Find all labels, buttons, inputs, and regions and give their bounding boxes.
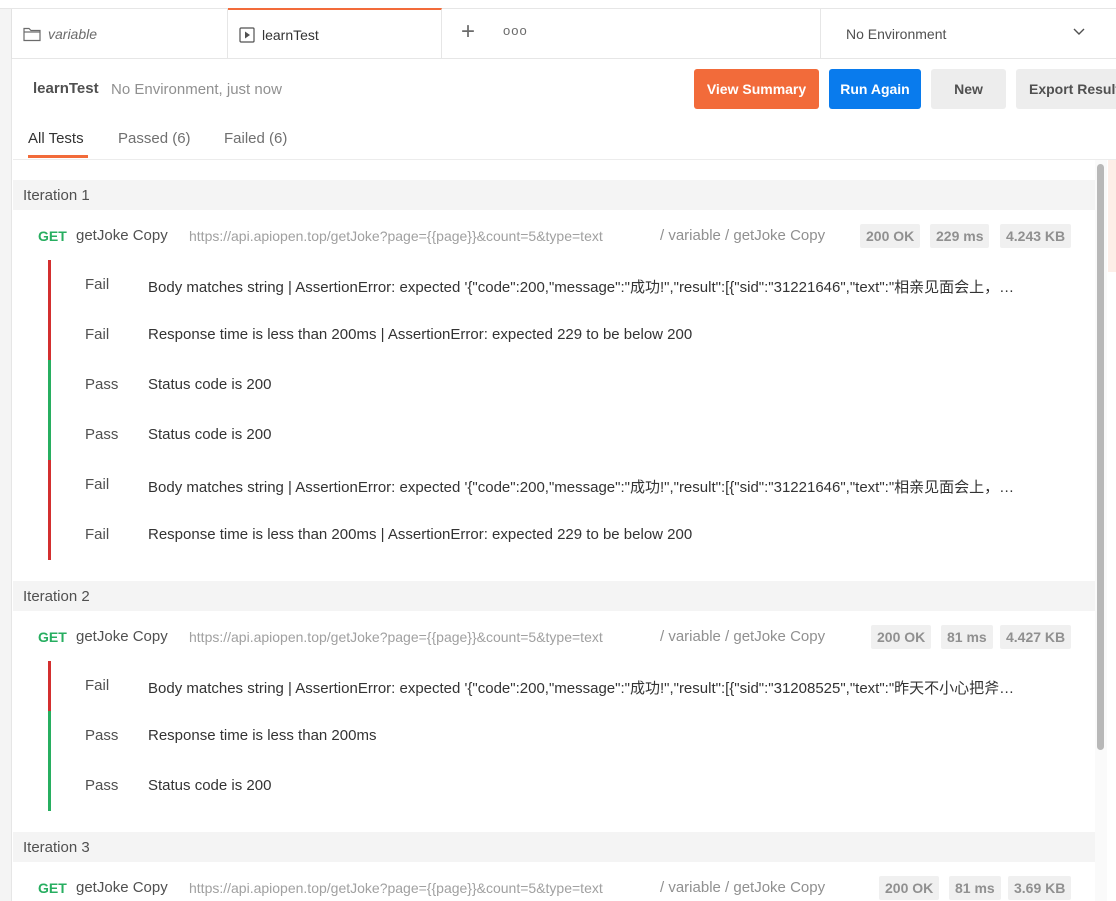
- request-row[interactable]: GET getJoke Copy https://api.apiopen.top…: [13, 224, 1095, 248]
- test-result-row: Fail Body matches string | AssertionErro…: [48, 260, 1078, 310]
- test-status: Pass: [85, 376, 119, 393]
- test-description: Body matches string | AssertionError: ex…: [148, 680, 1015, 697]
- test-result-row: Fail Response time is less than 200ms | …: [48, 510, 1078, 560]
- fail-indicator: [48, 310, 51, 360]
- request-path: / variable / getJoke Copy: [660, 227, 826, 244]
- tab-failed[interactable]: Failed (6): [224, 130, 287, 147]
- test-status: Fail: [85, 526, 110, 543]
- fail-indicator: [48, 510, 51, 560]
- iteration-header: Iteration 2: [13, 581, 1095, 611]
- request-method: GET: [38, 880, 67, 896]
- time-badge: 229 ms: [930, 224, 990, 248]
- chevron-down-icon: [1073, 28, 1085, 35]
- export-results-button[interactable]: Export Results: [1016, 69, 1116, 109]
- request-url: https://api.apiopen.top/getJoke?page={{p…: [189, 629, 603, 645]
- test-result-row: Pass Status code is 200: [48, 360, 1078, 410]
- tab-stub[interactable]: [0, 9, 12, 59]
- test-description: Response time is less than 200ms: [148, 727, 377, 744]
- new-button[interactable]: New: [931, 69, 1006, 109]
- pass-indicator: [48, 761, 51, 811]
- tab-learntest[interactable]: learnTest: [228, 8, 442, 59]
- test-status: Fail: [85, 276, 110, 293]
- request-method: GET: [38, 629, 67, 645]
- fail-indicator: [48, 260, 51, 310]
- add-tab-icon[interactable]: +: [457, 20, 479, 45]
- tab-variable-label: variable: [48, 26, 98, 42]
- pass-indicator: [48, 410, 51, 460]
- test-description: Response time is less than 200ms | Asser…: [148, 526, 693, 543]
- request-row[interactable]: GET getJoke Copy https://api.apiopen.top…: [13, 876, 1095, 900]
- request-path: / variable / getJoke Copy: [660, 879, 826, 896]
- tab-variable[interactable]: variable: [13, 9, 228, 59]
- fail-indicator: [48, 460, 51, 510]
- request-method: GET: [38, 228, 67, 244]
- test-description: Body matches string | AssertionError: ex…: [148, 479, 1015, 496]
- pass-indicator: [48, 360, 51, 410]
- size-badge: 4.243 KB: [1000, 224, 1072, 248]
- environment-label: No Environment: [846, 26, 947, 42]
- test-description: Status code is 200: [148, 426, 272, 443]
- size-badge: 4.427 KB: [1000, 625, 1072, 649]
- tab-learntest-label: learnTest: [262, 26, 319, 43]
- request-name: getJoke Copy: [76, 628, 168, 645]
- pass-indicator: [48, 711, 51, 761]
- request-name: getJoke Copy: [76, 227, 168, 244]
- fail-indicator: [48, 661, 51, 711]
- request-path: / variable / getJoke Copy: [660, 628, 826, 645]
- more-tabs-icon[interactable]: ooo: [503, 23, 528, 38]
- run-subtitle: No Environment, just now: [111, 81, 282, 98]
- test-result-row: Pass Status code is 200: [48, 410, 1078, 460]
- test-description: Response time is less than 200ms | Asser…: [148, 326, 693, 343]
- size-badge: 3.69 KB: [1008, 876, 1072, 900]
- run-again-button[interactable]: Run Again: [829, 69, 921, 109]
- tab-all-tests[interactable]: All Tests: [28, 130, 84, 147]
- collection-runner-window: variable learnTest + ooo No Environment …: [0, 0, 1116, 901]
- request-url: https://api.apiopen.top/getJoke?page={{p…: [189, 228, 603, 244]
- test-description: Body matches string | AssertionError: ex…: [148, 279, 1015, 296]
- request-row[interactable]: GET getJoke Copy https://api.apiopen.top…: [13, 625, 1095, 649]
- test-description: Status code is 200: [148, 376, 272, 393]
- test-status: Fail: [85, 326, 110, 343]
- test-description: Status code is 200: [148, 777, 272, 794]
- request-name: getJoke Copy: [76, 879, 168, 896]
- active-tab-indicator: [28, 155, 88, 158]
- status-badge: 200 OK: [879, 876, 940, 900]
- test-result-row: Fail Body matches string | AssertionErro…: [48, 460, 1078, 510]
- scrollbar-thumb[interactable]: [1097, 164, 1104, 750]
- left-edge: [0, 59, 12, 901]
- test-result-row: Fail Response time is less than 200ms | …: [48, 310, 1078, 360]
- test-status: Pass: [85, 777, 119, 794]
- tab-passed[interactable]: Passed (6): [118, 130, 191, 147]
- test-result-row: Pass Status code is 200: [48, 761, 1078, 811]
- folder-icon: [23, 27, 41, 42]
- test-result-row: Pass Response time is less than 200ms: [48, 711, 1078, 761]
- test-status: Pass: [85, 727, 119, 744]
- environment-selector[interactable]: No Environment: [820, 9, 1116, 59]
- iteration-header: Iteration 3: [13, 832, 1095, 862]
- test-result-row: Fail Body matches string | AssertionErro…: [48, 661, 1078, 711]
- test-status: Fail: [85, 677, 110, 694]
- time-badge: 81 ms: [941, 625, 993, 649]
- tab-bar: variable learnTest + ooo No Environment: [0, 8, 1116, 59]
- request-url: https://api.apiopen.top/getJoke?page={{p…: [189, 880, 603, 896]
- runner-icon: [239, 26, 255, 43]
- view-summary-button[interactable]: View Summary: [694, 69, 819, 109]
- test-status: Pass: [85, 426, 119, 443]
- time-badge: 81 ms: [949, 876, 1001, 900]
- run-title: learnTest: [33, 80, 99, 97]
- iteration-header: Iteration 1: [13, 180, 1095, 210]
- test-status: Fail: [85, 476, 110, 493]
- status-badge: 200 OK: [860, 224, 921, 248]
- side-panel-edge: [1108, 160, 1116, 272]
- status-badge: 200 OK: [871, 625, 932, 649]
- results-list: Iteration 1 GET getJoke Copy https://api…: [13, 160, 1095, 901]
